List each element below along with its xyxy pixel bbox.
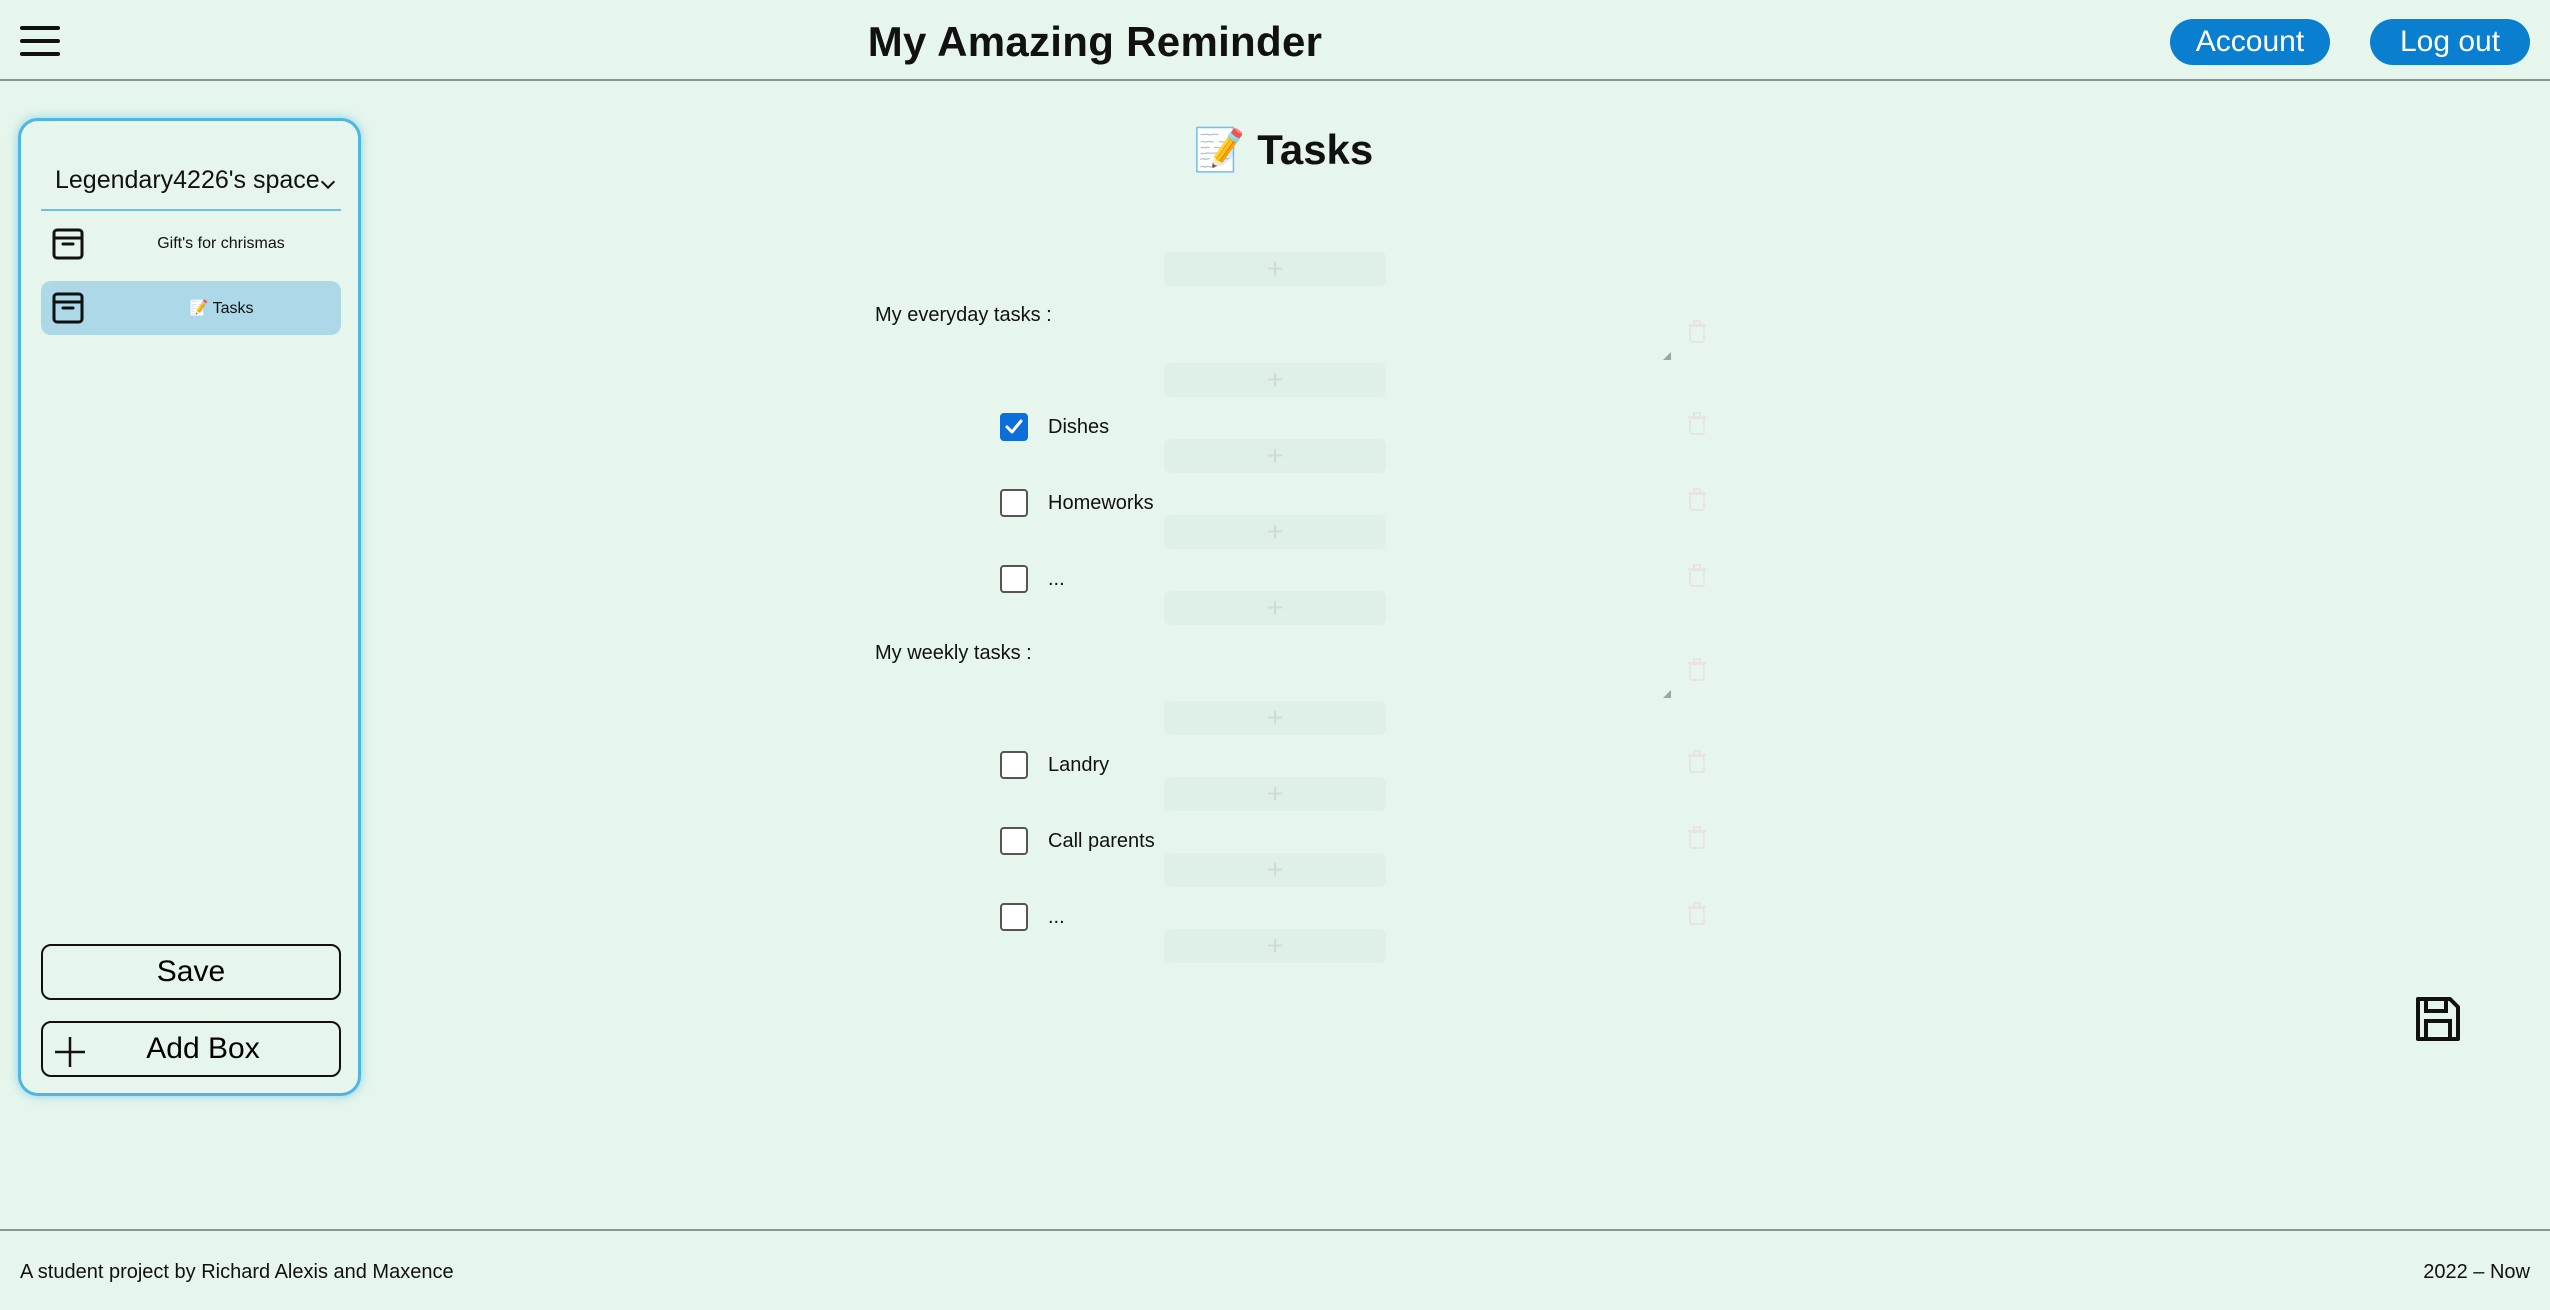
task-checkbox[interactable] <box>1000 903 1028 931</box>
app-header: My Amazing Reminder Account Log out <box>0 0 2550 81</box>
add-box-button[interactable]: Add Box <box>41 1021 341 1077</box>
floppy-disk-icon[interactable] <box>2412 993 2464 1045</box>
trash-icon[interactable] <box>1686 412 1708 436</box>
task-row: ... <box>1000 902 1065 932</box>
task-text[interactable]: ... <box>1048 568 1065 591</box>
chevron-down-icon <box>320 174 336 190</box>
task-text[interactable]: Dishes <box>1048 416 1109 439</box>
sidebar: Legendary4226's space Gift's for chrisma… <box>18 118 361 1096</box>
task-row: Dishes <box>1000 412 1109 442</box>
trash-icon[interactable] <box>1686 320 1708 344</box>
sidebar-item-gifts[interactable]: Gift's for chrismas <box>41 217 341 271</box>
app-title: My Amazing Reminder <box>867 18 1323 65</box>
add-row-button[interactable]: + <box>1164 252 1386 286</box>
space-selector[interactable]: Legendary4226's space <box>41 151 341 211</box>
task-text[interactable]: Call parents <box>1048 830 1155 853</box>
task-row: Homeworks <box>1000 488 1154 518</box>
add-row-button[interactable]: + <box>1164 363 1386 397</box>
section-label[interactable]: My weekly tasks : <box>875 642 1032 665</box>
archive-box-icon <box>52 292 84 324</box>
trash-icon[interactable] <box>1686 658 1708 682</box>
add-row-button[interactable]: + <box>1164 853 1386 887</box>
task-text[interactable]: ... <box>1048 906 1065 929</box>
account-button[interactable]: Account <box>2170 19 2330 65</box>
add-row-button[interactable]: + <box>1164 777 1386 811</box>
task-checkbox[interactable] <box>1000 751 1028 779</box>
trash-icon[interactable] <box>1686 826 1708 850</box>
add-row-button[interactable]: + <box>1164 515 1386 549</box>
add-row-button[interactable]: + <box>1164 929 1386 963</box>
resize-handle[interactable] <box>1661 688 1673 700</box>
sidebar-item-label: 📝 Tasks <box>188 300 254 317</box>
resize-handle[interactable] <box>1661 350 1673 362</box>
sidebar-item-label: Gift's for chrismas <box>157 235 285 252</box>
add-row-button[interactable]: + <box>1164 701 1386 735</box>
section-label[interactable]: My everyday tasks : <box>875 304 1052 327</box>
task-text[interactable]: Homeworks <box>1048 492 1154 515</box>
footer-years: 2022 – Now <box>2423 1261 2530 1283</box>
trash-icon[interactable] <box>1686 488 1708 512</box>
archive-box-icon <box>52 228 84 260</box>
add-box-label: Add Box <box>146 1032 260 1065</box>
task-checkbox[interactable] <box>1000 565 1028 593</box>
trash-icon[interactable] <box>1686 902 1708 926</box>
plus-icon <box>55 1037 85 1067</box>
sidebar-item-tasks[interactable]: 📝 Tasks <box>41 281 341 335</box>
memo-icon: 📝 <box>1193 125 1246 173</box>
check-icon <box>1005 419 1023 434</box>
trash-icon[interactable] <box>1686 750 1708 774</box>
footer: A student project by Richard Alexis and … <box>0 1229 2550 1310</box>
task-row: Landry <box>1000 750 1109 780</box>
task-checkbox[interactable] <box>1000 489 1028 517</box>
save-button[interactable]: Save <box>41 944 341 1000</box>
task-row: Call parents <box>1000 826 1155 856</box>
footer-credits: A student project by Richard Alexis and … <box>20 1261 454 1283</box>
page-title: 📝 Tasks <box>1193 122 1373 178</box>
task-row: ... <box>1000 564 1065 594</box>
space-name: Legendary4226's space <box>55 165 320 194</box>
logout-button[interactable]: Log out <box>2370 19 2530 65</box>
task-checkbox[interactable] <box>1000 827 1028 855</box>
task-text[interactable]: Landry <box>1048 754 1109 777</box>
add-row-button[interactable]: + <box>1164 439 1386 473</box>
trash-icon[interactable] <box>1686 564 1708 588</box>
page-title-text: Tasks <box>1257 126 1374 173</box>
task-checkbox[interactable] <box>1000 413 1028 441</box>
add-row-button[interactable]: + <box>1164 591 1386 625</box>
